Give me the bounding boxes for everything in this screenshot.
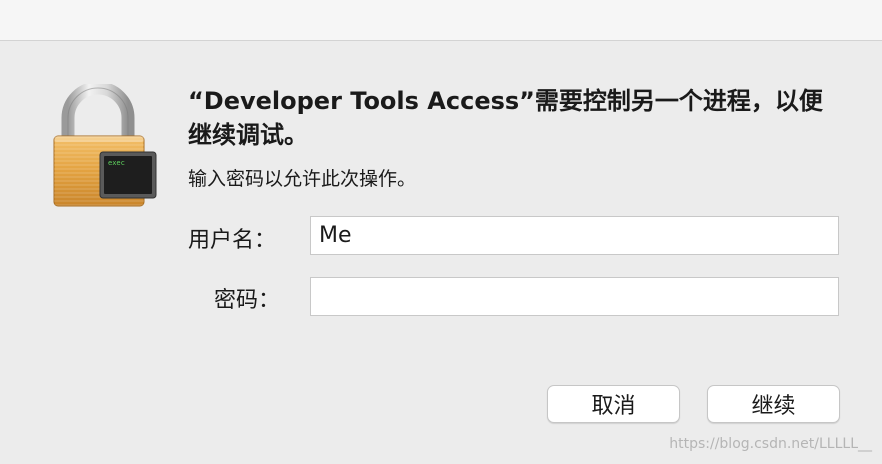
cancel-button[interactable]: 取消: [547, 385, 680, 423]
watermark-url: https://blog.csdn.net/LLLLL__: [669, 436, 872, 452]
password-label: 密码：: [214, 288, 281, 313]
dialog-title: “Developer Tools Access”需要控制另一个进程，以便继续调试…: [188, 87, 823, 149]
lock-icon: exec: [50, 81, 162, 210]
developer-tools-access-dialog: exec “Developer Tools Access”需要控制另一个进程，以…: [0, 0, 882, 464]
terminal-badge-text: exec: [108, 159, 125, 167]
username-field[interactable]: [310, 216, 839, 255]
window-top-bar: [0, 0, 882, 41]
dialog-subtitle: 输入密码以允许此次操作。: [188, 168, 417, 190]
username-label: 用户名：: [188, 228, 277, 253]
password-field[interactable]: [310, 277, 839, 316]
continue-button[interactable]: 继续: [707, 385, 840, 423]
